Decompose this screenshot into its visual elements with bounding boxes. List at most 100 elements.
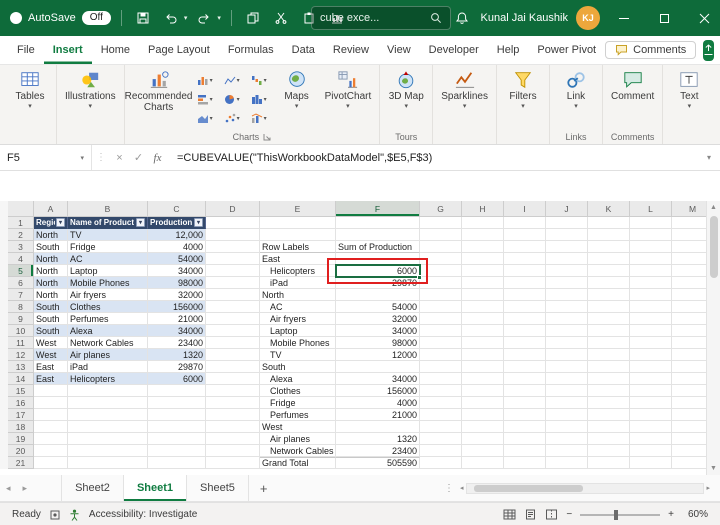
maximize-button[interactable] bbox=[648, 0, 680, 36]
cell-F6[interactable]: 29870 bbox=[336, 277, 420, 289]
cell-C5[interactable]: 34000 bbox=[148, 265, 206, 277]
combo-chart-button[interactable]: ▾ bbox=[246, 109, 272, 127]
cell-J6[interactable] bbox=[546, 277, 588, 289]
cell-L20[interactable] bbox=[630, 445, 672, 457]
cell-B20[interactable] bbox=[68, 445, 148, 457]
select-all-corner[interactable] bbox=[8, 201, 34, 217]
cell-H14[interactable] bbox=[462, 373, 504, 385]
3d-map-button[interactable]: 3D Map ▾ bbox=[385, 68, 427, 112]
row-header-14[interactable]: 14 bbox=[8, 373, 34, 385]
cell-A14[interactable]: East bbox=[34, 373, 68, 385]
cell-L16[interactable] bbox=[630, 397, 672, 409]
ribbon-tab-developer[interactable]: Developer bbox=[420, 36, 488, 64]
formula-text[interactable]: =CUBEVALUE("ThisWorkbookDataModel",$E5,F… bbox=[167, 152, 432, 164]
cell-G13[interactable] bbox=[420, 361, 462, 373]
column-header-K[interactable]: K bbox=[588, 201, 630, 217]
copy-button[interactable] bbox=[242, 7, 264, 29]
cell-D19[interactable] bbox=[206, 433, 260, 445]
cell-I17[interactable] bbox=[504, 409, 546, 421]
cell-J16[interactable] bbox=[546, 397, 588, 409]
zoom-slider[interactable] bbox=[580, 514, 660, 516]
table-header-cell-B1[interactable]: Name of Product▾ bbox=[68, 217, 148, 229]
share-button[interactable] bbox=[703, 40, 714, 61]
text-button[interactable]: Text ▾ bbox=[668, 68, 710, 112]
cut-button[interactable] bbox=[270, 7, 292, 29]
cell-E5[interactable]: Helicopters bbox=[260, 265, 336, 277]
cell-K7[interactable] bbox=[588, 289, 630, 301]
cell-B4[interactable]: AC bbox=[68, 253, 148, 265]
macro-record-icon[interactable] bbox=[50, 510, 60, 520]
sheet-tab-sheet1[interactable]: Sheet1 bbox=[124, 475, 187, 501]
cell-B12[interactable]: Air planes bbox=[68, 349, 148, 361]
cell-A3[interactable]: South bbox=[34, 241, 68, 253]
cell-D12[interactable] bbox=[206, 349, 260, 361]
sheet-tab-sheet5[interactable]: Sheet5 bbox=[187, 475, 249, 501]
cell-D21[interactable] bbox=[206, 457, 260, 469]
cell-A11[interactable]: West bbox=[34, 337, 68, 349]
cell-F3[interactable]: Sum of Production bbox=[336, 241, 420, 253]
cell-F14[interactable]: 34000 bbox=[336, 373, 420, 385]
vertical-scroll-thumb[interactable] bbox=[710, 216, 718, 278]
expand-formula-bar-icon[interactable]: ▾ bbox=[707, 153, 720, 162]
cell-H3[interactable] bbox=[462, 241, 504, 253]
column-header-B[interactable]: B bbox=[68, 201, 148, 217]
cell-J5[interactable] bbox=[546, 265, 588, 277]
cell-A15[interactable] bbox=[34, 385, 68, 397]
search-box[interactable]: cube exce... bbox=[311, 6, 451, 30]
undo-button[interactable] bbox=[160, 7, 182, 29]
cell-E20[interactable]: Network Cables bbox=[260, 445, 336, 457]
cell-L11[interactable] bbox=[630, 337, 672, 349]
cell-G14[interactable] bbox=[420, 373, 462, 385]
cell-F16[interactable]: 4000 bbox=[336, 397, 420, 409]
cell-G16[interactable] bbox=[420, 397, 462, 409]
filter-dropdown-icon[interactable]: ▾ bbox=[136, 218, 145, 227]
row-header-3[interactable]: 3 bbox=[8, 241, 34, 253]
scroll-down-icon[interactable]: ▼ bbox=[710, 462, 717, 475]
column-header-D[interactable]: D bbox=[206, 201, 260, 217]
cell-J1[interactable] bbox=[546, 217, 588, 229]
cell-A4[interactable]: North bbox=[34, 253, 68, 265]
cell-F17[interactable]: 21000 bbox=[336, 409, 420, 421]
maps-button[interactable]: Maps ▾ bbox=[276, 68, 318, 112]
ribbon-tab-insert[interactable]: Insert bbox=[44, 36, 92, 64]
cell-I1[interactable] bbox=[504, 217, 546, 229]
cell-B14[interactable]: Helicopters bbox=[68, 373, 148, 385]
cell-H12[interactable] bbox=[462, 349, 504, 361]
cell-K19[interactable] bbox=[588, 433, 630, 445]
cell-A5[interactable]: North bbox=[34, 265, 68, 277]
sheet-tab-sheet2[interactable]: Sheet2 bbox=[62, 475, 124, 501]
autosave-toggle[interactable] bbox=[10, 12, 22, 24]
scroll-right-icon[interactable]: ▸ bbox=[706, 484, 710, 492]
cell-D2[interactable] bbox=[206, 229, 260, 241]
dialog-launcher-icon[interactable] bbox=[263, 133, 271, 141]
notifications-button[interactable] bbox=[451, 7, 473, 29]
cell-K1[interactable] bbox=[588, 217, 630, 229]
cell-L13[interactable] bbox=[630, 361, 672, 373]
ribbon-tab-power-pivot[interactable]: Power Pivot bbox=[528, 36, 605, 64]
cell-I14[interactable] bbox=[504, 373, 546, 385]
cell-C7[interactable]: 32000 bbox=[148, 289, 206, 301]
cell-F13[interactable] bbox=[336, 361, 420, 373]
cell-E9[interactable]: Air fryers bbox=[260, 313, 336, 325]
cell-E17[interactable]: Perfumes bbox=[260, 409, 336, 421]
cell-H2[interactable] bbox=[462, 229, 504, 241]
cell-H18[interactable] bbox=[462, 421, 504, 433]
cell-L19[interactable] bbox=[630, 433, 672, 445]
cell-D14[interactable] bbox=[206, 373, 260, 385]
cell-K3[interactable] bbox=[588, 241, 630, 253]
cell-I20[interactable] bbox=[504, 445, 546, 457]
cell-F7[interactable] bbox=[336, 289, 420, 301]
row-header-2[interactable]: 2 bbox=[8, 229, 34, 241]
horizontal-scrollbar[interactable]: ◂ ▸ bbox=[460, 482, 710, 494]
column-header-J[interactable]: J bbox=[546, 201, 588, 217]
row-header-15[interactable]: 15 bbox=[8, 385, 34, 397]
cell-F5[interactable]: 6000 bbox=[336, 265, 420, 277]
minimize-button[interactable] bbox=[608, 0, 640, 36]
redo-button[interactable] bbox=[193, 7, 215, 29]
cell-B21[interactable] bbox=[68, 457, 148, 469]
line-chart-button[interactable]: ▾ bbox=[219, 71, 245, 89]
cell-H21[interactable] bbox=[462, 457, 504, 469]
cell-J12[interactable] bbox=[546, 349, 588, 361]
cell-J19[interactable] bbox=[546, 433, 588, 445]
cell-L3[interactable] bbox=[630, 241, 672, 253]
